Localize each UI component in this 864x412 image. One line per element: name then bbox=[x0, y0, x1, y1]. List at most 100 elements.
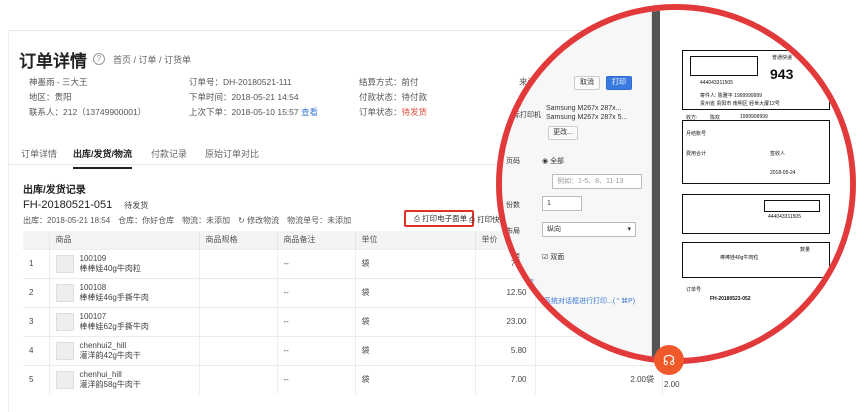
print-express-label: 打印快 bbox=[477, 215, 500, 224]
customer-name: 神墨雨 - 三大王 bbox=[29, 77, 88, 87]
payment-status: 付款状态：待付款 bbox=[359, 92, 428, 102]
sender-line: 寄件人: 陈雅平 1999999999 bbox=[700, 93, 762, 99]
sender-address: 贵州省 贵阳市 南明区 经世大厦12号 bbox=[700, 101, 780, 107]
sign-label: 签收人 bbox=[770, 151, 786, 157]
spec-cell bbox=[199, 248, 278, 278]
print-waybill-button[interactable]: ⎙ 打印电子面单 bbox=[404, 210, 474, 227]
tab-order-detail[interactable]: 订单详情 bbox=[21, 147, 57, 160]
view-link[interactable]: 查看 bbox=[301, 107, 318, 117]
goods-cell: 100109 棒棒娃40g牛肉粒 bbox=[49, 248, 200, 278]
col-goods: 商品 bbox=[49, 231, 200, 249]
section-title: 出库/发货记录 bbox=[23, 185, 86, 196]
cancel-button[interactable]: 取消 bbox=[574, 76, 600, 90]
shipment-status: 待发货 bbox=[124, 201, 149, 210]
settlement: 结算方式：前付 bbox=[359, 77, 419, 87]
product-thumbnail bbox=[55, 370, 74, 389]
row-index: 1 bbox=[23, 248, 50, 278]
paper-order-number: FH-20180523-052 bbox=[710, 296, 751, 302]
tab-shipping[interactable]: 出库/发货/物流 bbox=[73, 147, 133, 169]
product-thumbnail bbox=[55, 254, 74, 273]
pages-range-input[interactable]: 例如：1-5、8、11-13 bbox=[552, 174, 642, 189]
unit-cell: 袋 bbox=[355, 364, 476, 394]
pages-label: 页码 bbox=[506, 158, 520, 165]
help-icon[interactable]: ? bbox=[93, 53, 105, 65]
goods-cell: 100108 棒棒娃46g手撕牛肉 bbox=[49, 277, 200, 307]
product-thumbnail bbox=[55, 341, 74, 360]
qty-label: 数量 bbox=[800, 247, 811, 253]
row-index: 4 bbox=[23, 335, 50, 365]
preview-divider bbox=[652, 10, 660, 358]
barcode-number: 444043311505 bbox=[700, 80, 733, 86]
tracking-code: 943 bbox=[770, 66, 794, 82]
product-thumbnail bbox=[55, 312, 74, 331]
system-dialog-link[interactable]: 使用系统对话框进行打印...(⌃⌘P) bbox=[530, 296, 635, 306]
copies-input[interactable]: 1 bbox=[542, 196, 582, 211]
price-cell: 7.00 bbox=[475, 364, 536, 394]
recv-label: 收方: bbox=[686, 115, 698, 121]
page-title: 订单详情 bbox=[19, 51, 87, 71]
shipment-number: FH-20180521-051 bbox=[23, 199, 113, 211]
unit-cell: 袋 bbox=[355, 248, 476, 278]
magnified-print-preview: 取消 打印 目标打印机 Samsung M267x 287x... Samsung… bbox=[496, 4, 856, 364]
print-waybill-label: 打印电子面单 bbox=[422, 214, 468, 223]
col-note: 商品备注 bbox=[277, 231, 356, 249]
product-name: 棒棒娃40g牛肉粒 bbox=[79, 263, 141, 273]
copies-label: 份数 bbox=[506, 202, 520, 209]
unit-cell: 袋 bbox=[355, 335, 476, 365]
layout-select[interactable]: 纵向 ▾ bbox=[542, 222, 636, 237]
goods-cell: chenhui2_hill 灌洋韵42g牛肉干 bbox=[49, 335, 200, 365]
order-status-label: 订单状态： bbox=[359, 107, 402, 117]
options-label: 选项 bbox=[506, 254, 520, 261]
spec-cell bbox=[199, 306, 278, 336]
product-name: 灌洋韵42g牛肉干 bbox=[79, 350, 141, 360]
pages-all-label: 全部 bbox=[550, 158, 565, 165]
pages-all-radio[interactable]: ◉ 全部 bbox=[542, 156, 564, 166]
unit-cell: 袋 bbox=[355, 306, 476, 336]
spec-cell bbox=[199, 364, 278, 394]
last-order: 上次下单：2018-05-10 15:57 bbox=[189, 107, 299, 117]
product-code: chenhui2_hill bbox=[79, 340, 127, 350]
barcode-number-2: 444043311505 bbox=[768, 214, 801, 220]
product-code: 100108 bbox=[79, 282, 107, 292]
pay-account: 月结账号 bbox=[686, 131, 707, 137]
unit-cell: 袋 bbox=[355, 277, 476, 307]
row-index: 5 bbox=[23, 364, 50, 394]
row-index: 2 bbox=[23, 277, 50, 307]
spec-cell bbox=[199, 277, 278, 307]
tab-payment[interactable]: 付款记录 bbox=[151, 147, 187, 160]
change-printer-button[interactable]: 更改... bbox=[548, 126, 578, 140]
order-status: 待发货 bbox=[401, 107, 428, 117]
note-cell: -- bbox=[277, 277, 356, 307]
more-settings-link[interactable]: 更多设置 bbox=[506, 278, 534, 288]
customer-service-icon[interactable]: ☊ bbox=[654, 345, 684, 375]
shipment-header: FH-20180521-051 待发货 bbox=[23, 199, 148, 211]
note-cell: -- bbox=[277, 248, 356, 278]
goods-cell: 100107 棒棒娃62g手撕牛肉 bbox=[49, 306, 200, 336]
col-spec: 商品规格 bbox=[199, 231, 278, 249]
service-type: 普通快递 bbox=[772, 55, 793, 61]
tab-original-order[interactable]: 原始订单对比 bbox=[205, 147, 259, 160]
product-code: chenhui_hill bbox=[79, 369, 122, 379]
chevron-down-icon: ▾ bbox=[627, 226, 631, 233]
duplex-checkbox[interactable]: ☑ 双面 bbox=[542, 252, 564, 262]
barcode bbox=[690, 56, 758, 76]
region: 地区：贵阳 bbox=[29, 92, 72, 102]
fee-total: 费用合计 bbox=[686, 151, 707, 157]
col-index bbox=[23, 231, 50, 249]
order-number: 订单号：DH-20180521-111 bbox=[189, 77, 292, 87]
print-dialog: 取消 打印 目标打印机 Samsung M267x 287x... Samsung… bbox=[502, 10, 652, 358]
printer-name[interactable]: Samsung M267x 287x... Samsung M267x 287x … bbox=[546, 104, 646, 128]
print-button[interactable]: 打印 bbox=[606, 76, 632, 90]
printer-name-line1: Samsung M267x 287x... bbox=[546, 105, 622, 112]
waybill-paper: 444043311505 943 普通快递 寄件人: 陈雅平 199999999… bbox=[660, 10, 850, 358]
order-time: 下单时间：2018-05-21 14:54 bbox=[189, 92, 299, 102]
note-cell: -- bbox=[277, 364, 356, 394]
row-total: 2.00 bbox=[664, 380, 680, 389]
duplex-label: 双面 bbox=[550, 254, 565, 261]
breadcrumb[interactable]: 首页 / 订单 / 订货单 bbox=[113, 53, 191, 66]
layout-label: 布局 bbox=[506, 228, 520, 235]
goods-name: 棒棒娃40g牛肉粒 bbox=[720, 255, 759, 261]
barcode-2 bbox=[764, 200, 820, 212]
print-express-button[interactable]: ⎙ 打印快 bbox=[469, 214, 500, 225]
product-name: 棒棒娃46g手撕牛肉 bbox=[79, 292, 149, 302]
